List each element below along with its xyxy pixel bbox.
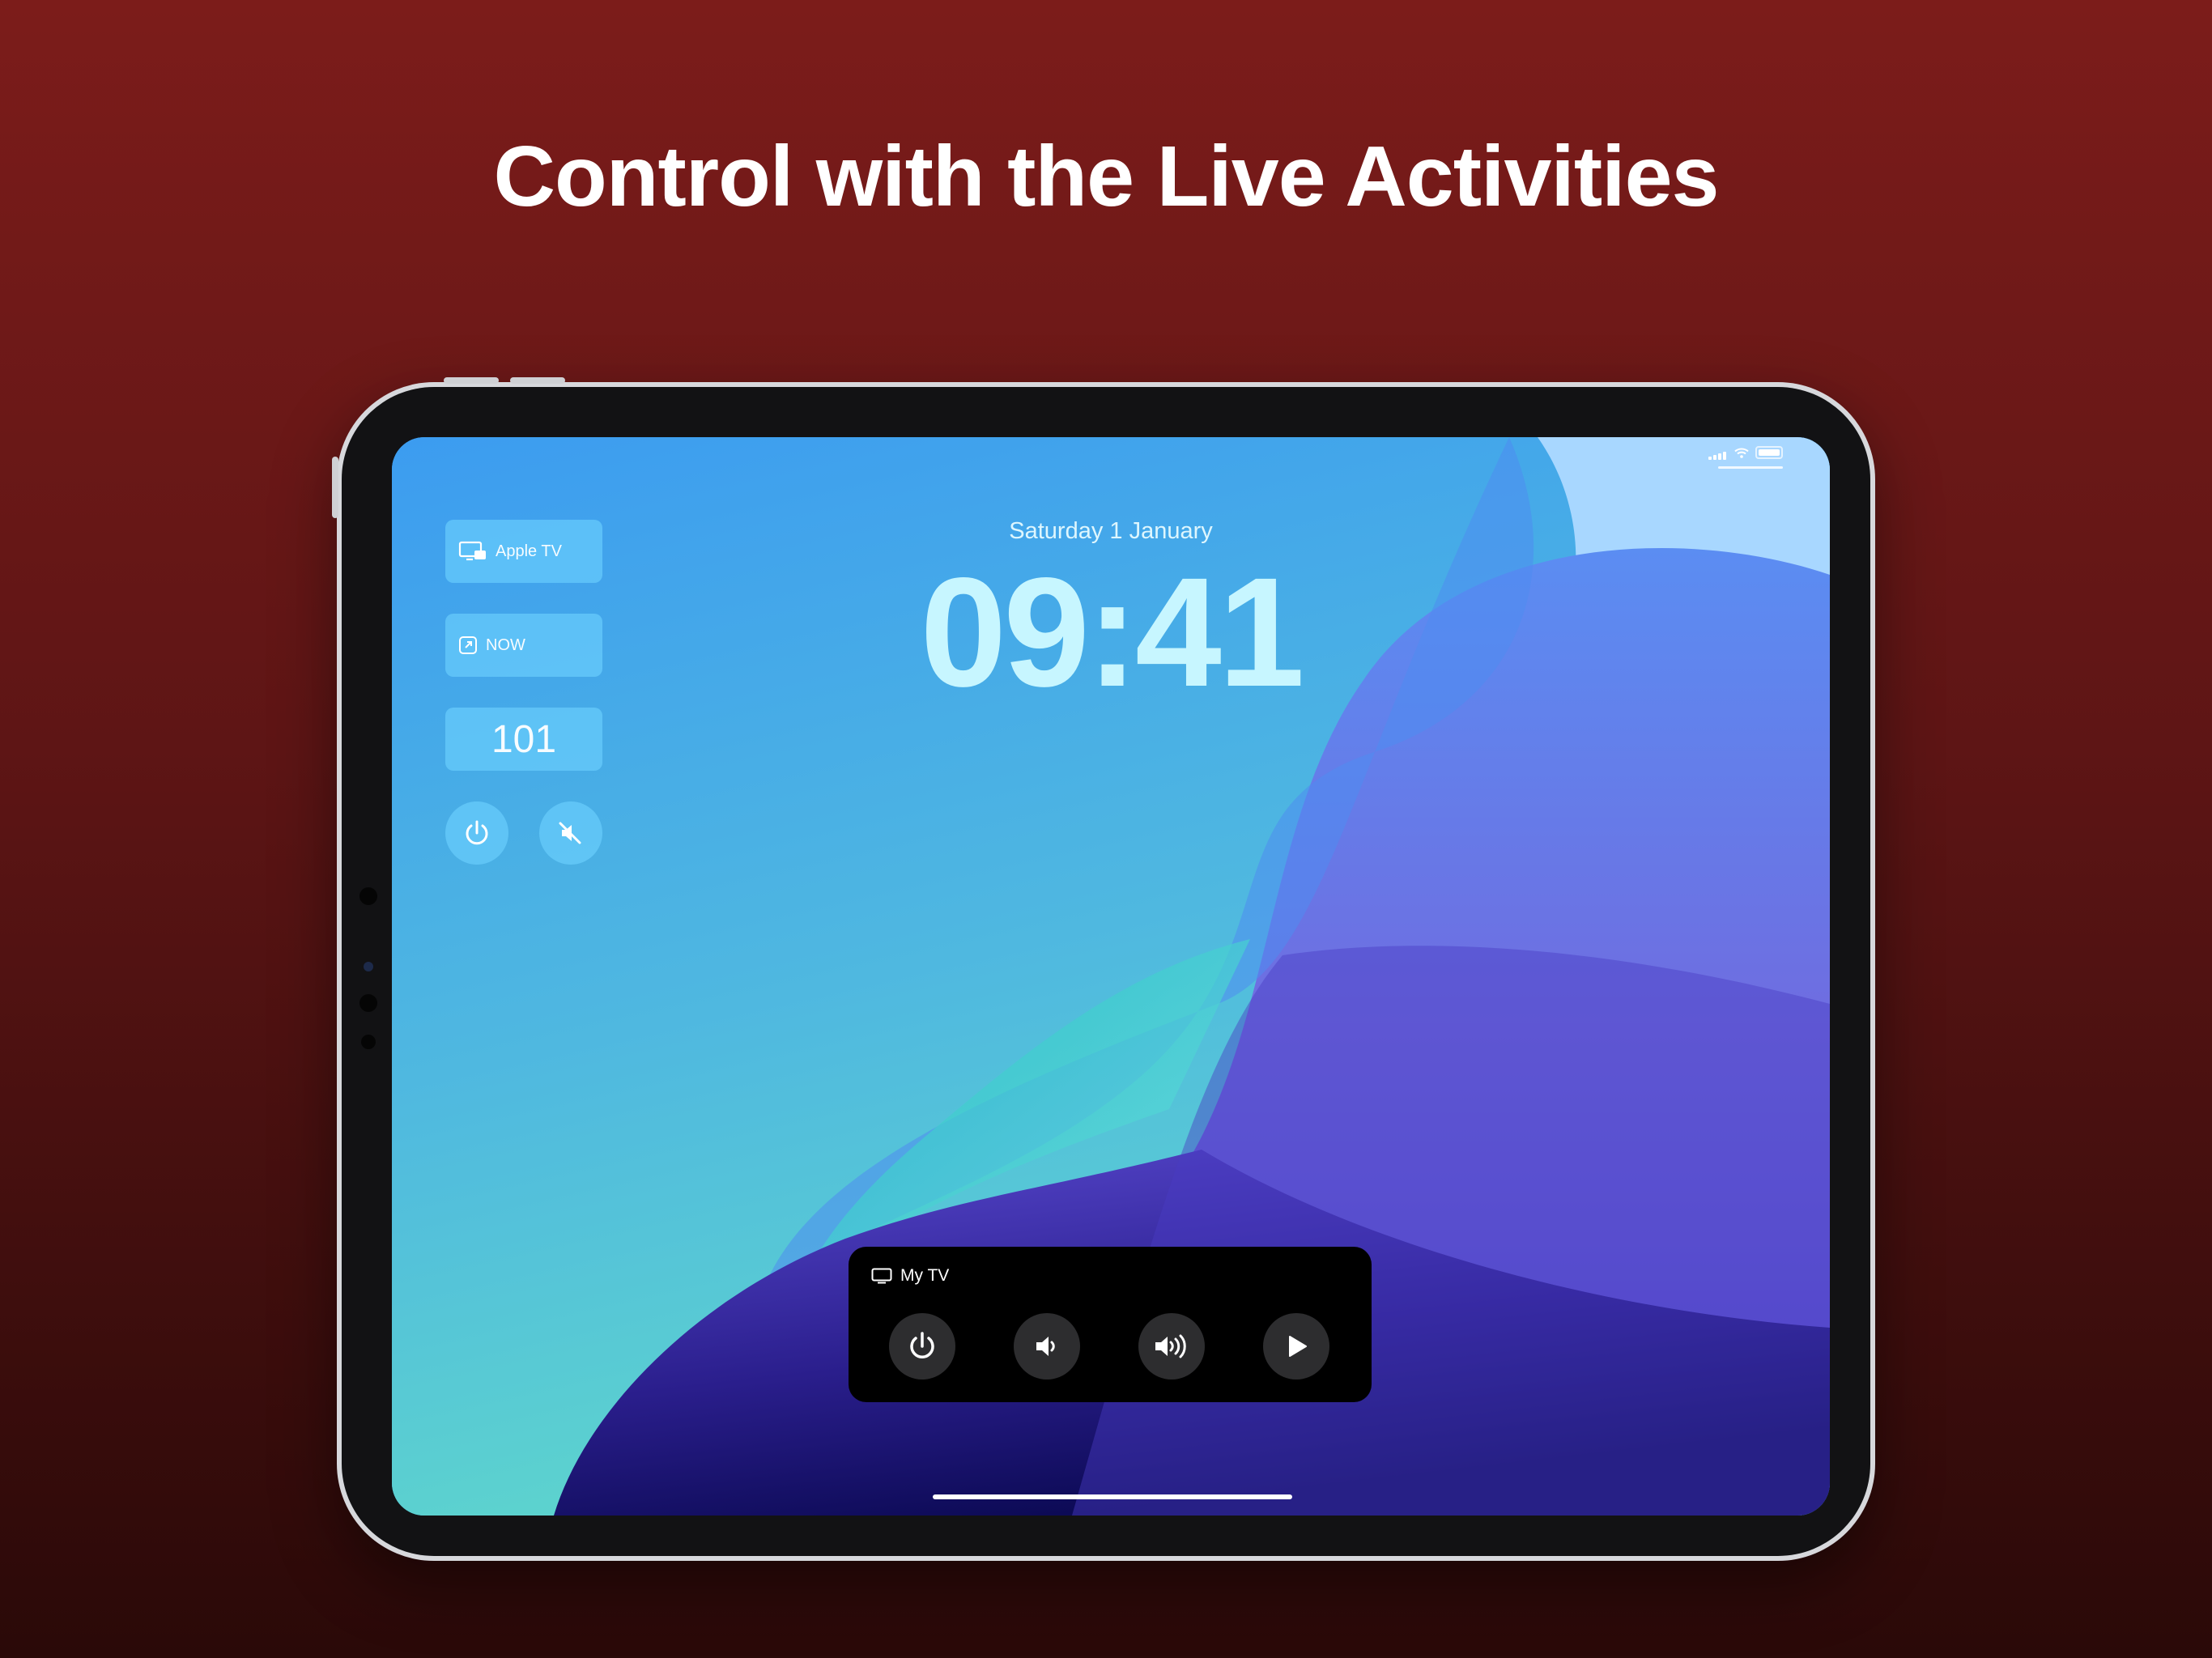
lock-time: 09:41 — [920, 545, 1304, 719]
volume-down-icon — [1036, 1337, 1055, 1356]
camera-lens — [364, 962, 373, 971]
live-volume-up-button[interactable] — [1138, 1313, 1205, 1380]
live-activity-header: My TV — [871, 1266, 949, 1286]
headline: Control with the Live Activities — [493, 129, 1719, 224]
channel-number: 101 — [491, 717, 557, 761]
top-side-button — [332, 457, 338, 518]
lock-screen: Saturday 1 January 09:41 Apple TV NOW 10… — [392, 437, 1830, 1516]
flash-sensor — [359, 994, 377, 1012]
live-power-button[interactable] — [889, 1313, 955, 1380]
channel-widget[interactable]: 101 — [445, 708, 602, 771]
cellular-signal-icon — [1708, 445, 1728, 460]
apple-tv-label: Apple TV — [496, 542, 562, 560]
live-activity-card[interactable]: My TV — [849, 1247, 1372, 1402]
ipad-bezel: Saturday 1 January 09:41 Apple TV NOW 10… — [342, 387, 1870, 1556]
volume-button-1 — [444, 377, 499, 384]
airplay-tv-icon — [458, 541, 486, 561]
status-indicator-line — [1718, 466, 1783, 469]
live-volume-down-button[interactable] — [1014, 1313, 1080, 1380]
camera-sensor — [359, 887, 377, 905]
now-widget[interactable]: NOW — [445, 614, 602, 677]
now-label: NOW — [486, 636, 525, 654]
volume-button-2 — [510, 377, 565, 384]
play-icon — [1289, 1336, 1307, 1357]
open-app-icon — [459, 636, 477, 654]
live-device-name: My TV — [900, 1266, 950, 1285]
volume-up-icon — [1155, 1334, 1186, 1358]
widget-power-button[interactable] — [445, 801, 508, 865]
mic-sensor — [361, 1035, 376, 1049]
status-bar — [1708, 445, 1783, 460]
apple-tv-widget[interactable]: Apple TV — [445, 520, 602, 583]
power-icon — [466, 820, 488, 845]
tv-icon — [871, 1268, 892, 1284]
battery-icon — [1755, 446, 1783, 459]
live-play-button[interactable] — [1263, 1313, 1329, 1380]
home-indicator[interactable] — [933, 1494, 1292, 1499]
power-icon — [910, 1332, 934, 1358]
ipad-device-frame: Saturday 1 January 09:41 Apple TV NOW 10… — [332, 377, 1875, 1561]
widget-mute-button[interactable] — [539, 801, 602, 865]
speaker-mute-icon — [559, 822, 581, 844]
lock-date: Saturday 1 January — [1009, 518, 1213, 544]
wifi-icon — [1734, 448, 1749, 458]
